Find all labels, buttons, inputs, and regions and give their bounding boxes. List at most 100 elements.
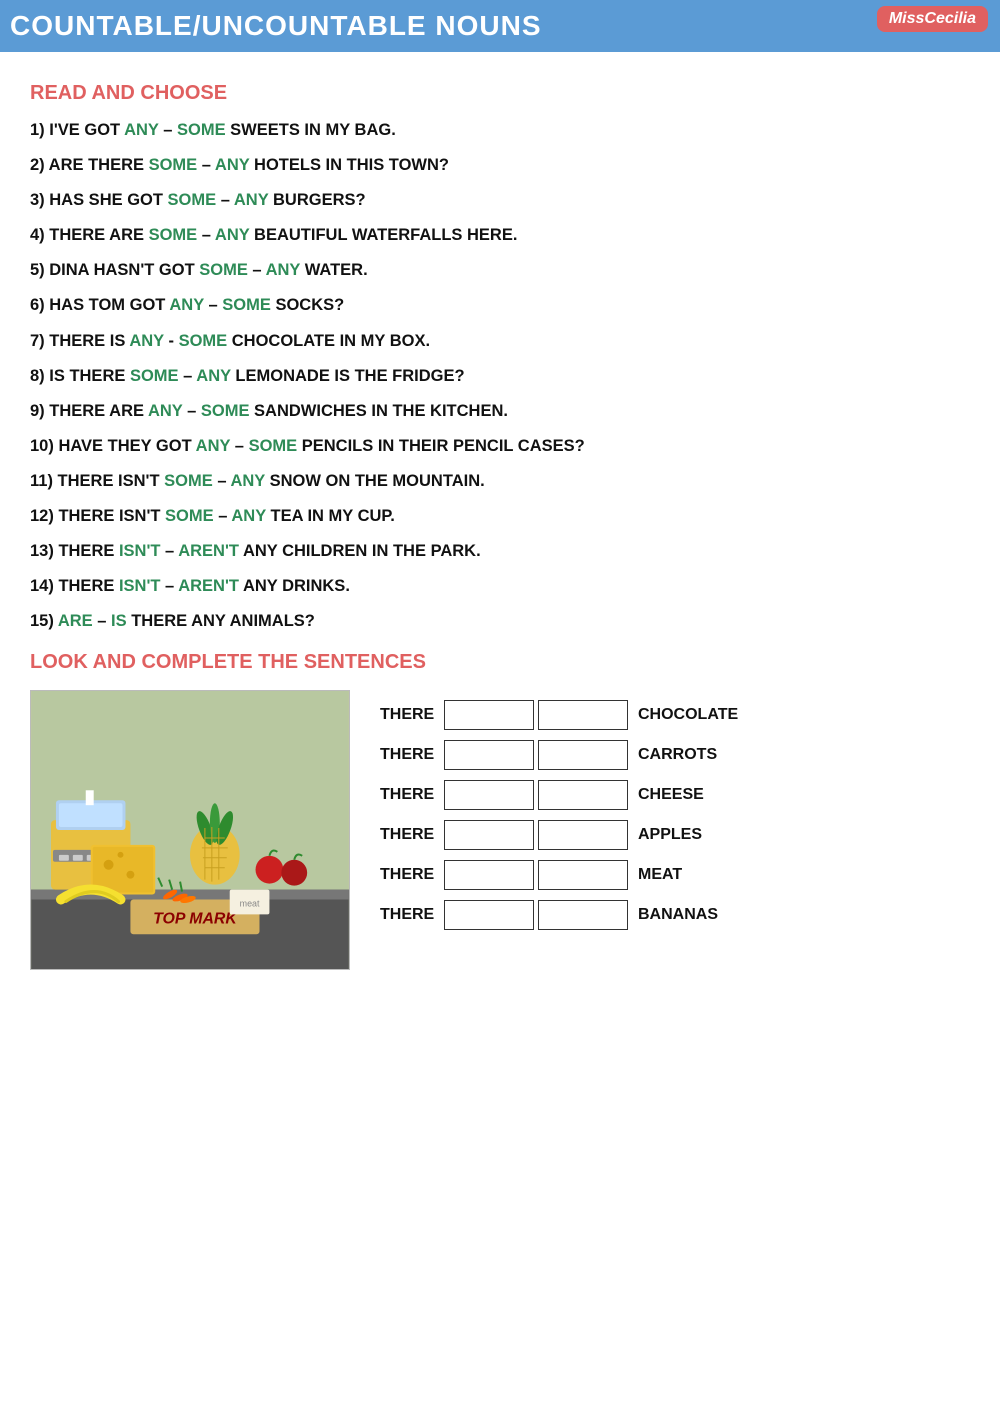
question-suffix: LEMONADE IS THE FRIDGE? <box>231 367 465 385</box>
section1-heading: READ AND CHOOSE <box>30 82 960 105</box>
choice-2[interactable]: ANY <box>234 191 269 209</box>
choice-2[interactable]: AREN'T <box>178 577 239 595</box>
sentence-noun: CHOCOLATE <box>638 706 738 724</box>
choice-2[interactable]: ANY <box>266 261 301 279</box>
question-item: 11) THERE ISN'T SOME – ANY SNOW ON THE M… <box>30 470 960 493</box>
question-number: 11) <box>30 472 58 490</box>
question-item: 12) THERE ISN'T SOME – ANY TEA IN MY CUP… <box>30 505 960 528</box>
question-suffix: PENCILS IN THEIR PENCIL CASES? <box>297 437 585 455</box>
question-suffix: TEA IN MY CUP. <box>266 507 395 525</box>
question-prefix: THERE ARE <box>49 402 148 420</box>
question-suffix: HOTELS IN THIS TOWN? <box>249 156 449 174</box>
choice-1[interactable]: SOME <box>149 156 198 174</box>
sentence-input-1[interactable] <box>444 860 534 890</box>
choice-1[interactable]: SOME <box>165 507 214 525</box>
choice-2[interactable]: ANY <box>215 226 250 244</box>
choice-2[interactable]: ANY <box>231 507 266 525</box>
choice-1[interactable]: SOME <box>199 261 248 279</box>
sentence-row: THERE CHEESE <box>380 780 960 810</box>
sentence-there: THERE <box>380 706 440 724</box>
choice-separator: – <box>160 577 178 595</box>
question-number: 4) <box>30 226 49 244</box>
question-number: 9) <box>30 402 49 420</box>
page-title: COUNTABLE/UNCOUNTABLE NOUNS <box>10 10 542 42</box>
sentence-input-2[interactable] <box>538 820 628 850</box>
sentence-input-2[interactable] <box>538 700 628 730</box>
choice-2[interactable]: SOME <box>222 296 271 314</box>
question-item: 6) HAS TOM GOT ANY – SOME SOCKS? <box>30 294 960 317</box>
sentence-noun: APPLES <box>638 826 702 844</box>
question-prefix: DINA HASN'T GOT <box>49 261 199 279</box>
choice-1[interactable]: ANY <box>129 332 164 350</box>
sentence-input-1[interactable] <box>444 820 534 850</box>
question-list: 1) I'VE GOT ANY – SOME SWEETS IN MY BAG.… <box>30 119 960 633</box>
question-suffix: CHOCOLATE IN MY BOX. <box>227 332 430 350</box>
sentences-table: THERECHOCOLATETHERECARROTSTHERECHEESETHE… <box>380 700 960 930</box>
choice-1[interactable]: ARE <box>58 612 93 630</box>
sentence-input-1[interactable] <box>444 740 534 770</box>
choice-separator: – <box>93 612 111 630</box>
sentence-input-1[interactable] <box>444 900 534 930</box>
choice-1[interactable]: ANY <box>148 402 183 420</box>
question-prefix: THERE ISN'T <box>58 507 165 525</box>
question-prefix: THERE ISN'T <box>58 472 165 490</box>
question-suffix: SNOW ON THE MOUNTAIN. <box>265 472 485 490</box>
choice-separator: – <box>179 367 197 385</box>
question-prefix: THERE IS <box>49 332 129 350</box>
sentence-row: THERE CHOCOLATE <box>380 700 960 730</box>
question-number: 2) <box>30 156 49 174</box>
choice-1[interactable]: ISN'T <box>119 542 161 560</box>
sentence-there: THERE <box>380 826 440 844</box>
choice-1[interactable]: SOME <box>164 472 213 490</box>
question-number: 1) <box>30 121 49 139</box>
question-number: 14) <box>30 577 58 595</box>
choice-2[interactable]: IS <box>111 612 127 630</box>
question-suffix: THERE ANY ANIMALS? <box>127 612 315 630</box>
question-suffix: WATER. <box>300 261 368 279</box>
question-item: 13) THERE ISN'T – AREN'T ANY CHILDREN IN… <box>30 540 960 563</box>
sentence-there: THERE <box>380 786 440 804</box>
question-item: 3) HAS SHE GOT SOME – ANY BURGERS? <box>30 189 960 212</box>
sentence-noun: CARROTS <box>638 746 717 764</box>
choice-1[interactable]: ANY <box>196 437 231 455</box>
question-prefix: THERE ARE <box>49 226 148 244</box>
choice-2[interactable]: SOME <box>249 437 298 455</box>
question-item: 7) THERE IS ANY - SOME CHOCOLATE IN MY B… <box>30 330 960 353</box>
choice-separator: – <box>159 121 177 139</box>
sentence-input-2[interactable] <box>538 860 628 890</box>
grocery-image: TOP MARK <box>30 690 350 970</box>
question-number: 5) <box>30 261 49 279</box>
choice-2[interactable]: AREN'T <box>178 542 239 560</box>
sentence-there: THERE <box>380 906 440 924</box>
choice-2[interactable]: SOME <box>179 332 228 350</box>
sentence-input-2[interactable] <box>538 740 628 770</box>
choice-1[interactable]: SOME <box>168 191 217 209</box>
sentence-input-2[interactable] <box>538 780 628 810</box>
choice-1[interactable]: SOME <box>149 226 198 244</box>
choice-2[interactable]: ANY <box>196 367 231 385</box>
sentence-input-1[interactable] <box>444 780 534 810</box>
question-suffix: ANY CHILDREN IN THE PARK. <box>239 542 481 560</box>
choice-2[interactable]: SOME <box>177 121 226 139</box>
look-complete-area: TOP MARK <box>30 690 960 970</box>
question-number: 12) <box>30 507 58 525</box>
question-number: 10) <box>30 437 58 455</box>
choice-2[interactable]: ANY <box>230 472 265 490</box>
question-item: 4) THERE ARE SOME – ANY BEAUTIFUL WATERF… <box>30 224 960 247</box>
choice-1[interactable]: SOME <box>130 367 179 385</box>
question-item: 1) I'VE GOT ANY – SOME SWEETS IN MY BAG. <box>30 119 960 142</box>
choice-2[interactable]: SOME <box>201 402 250 420</box>
sentence-noun: CHEESE <box>638 786 704 804</box>
question-number: 6) <box>30 296 49 314</box>
choice-separator: – <box>160 542 178 560</box>
sentence-input-1[interactable] <box>444 700 534 730</box>
choice-separator: – <box>204 296 222 314</box>
choice-separator: – <box>216 191 234 209</box>
choice-2[interactable]: ANY <box>215 156 250 174</box>
choice-separator: – <box>214 507 232 525</box>
choice-1[interactable]: ANY <box>124 121 159 139</box>
choice-separator: – <box>197 226 215 244</box>
sentence-input-2[interactable] <box>538 900 628 930</box>
choice-1[interactable]: ISN'T <box>119 577 161 595</box>
choice-1[interactable]: ANY <box>169 296 204 314</box>
